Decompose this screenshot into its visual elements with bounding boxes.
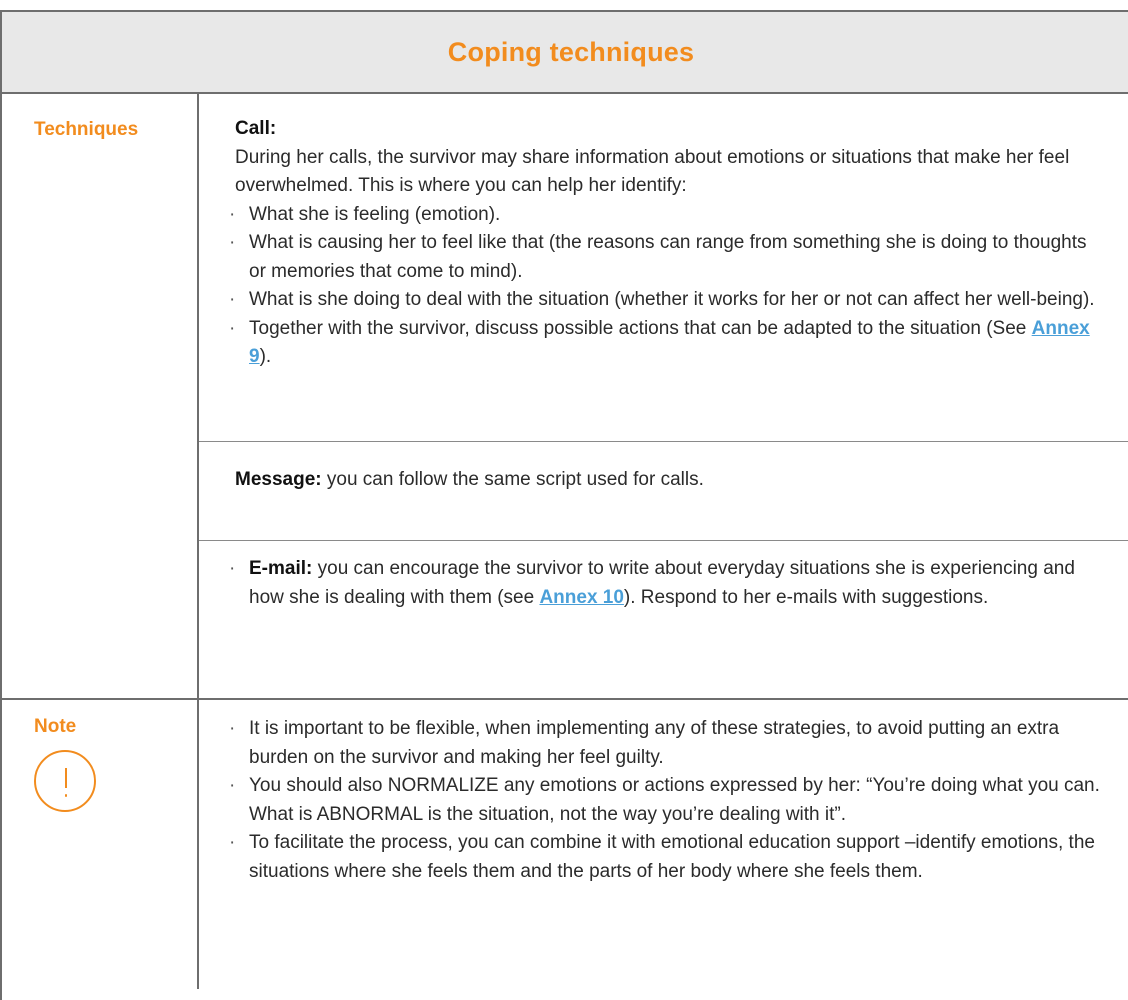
techniques-label: Techniques	[34, 119, 139, 140]
list-item: You should also NORMALIZE any emotions o…	[227, 772, 1107, 829]
email-text-end: ). Respond to her e-mails with suggestio…	[623, 586, 989, 608]
message-text: you can follow the same script used for …	[321, 469, 704, 490]
call-message-divider	[199, 441, 1128, 442]
note-label: Note	[34, 716, 77, 737]
call-heading: Call:	[235, 118, 277, 139]
email-section: E-mail: you can encourage the survivor t…	[227, 555, 1107, 612]
call-intro: During her calls, the survivor may share…	[235, 146, 1070, 197]
row-divider	[0, 698, 1128, 700]
list-item: To facilitate the process, you can combi…	[227, 829, 1107, 886]
list-item-text: Together with the survivor, discuss poss…	[249, 317, 1032, 339]
call-section: Call: During her calls, the survivor may…	[227, 115, 1107, 372]
list-item: What is she doing to deal with the situa…	[227, 286, 1107, 315]
message-heading: Message:	[235, 469, 322, 490]
note-section: It is important to be flexible, when imp…	[227, 715, 1107, 886]
table-title: Coping techniques	[447, 36, 695, 67]
annex-10-link[interactable]: Annex 10	[539, 587, 623, 608]
message-section: Message: you can follow the same script …	[227, 466, 1107, 495]
exclamation-circle-icon	[34, 750, 96, 812]
list-item: What she is feeling (emotion).	[227, 201, 1107, 230]
message-email-divider	[199, 540, 1128, 541]
list-item: Together with the survivor, discuss poss…	[227, 315, 1107, 372]
list-item: What is causing her to feel like that (t…	[227, 229, 1107, 286]
list-item: E-mail: you can encourage the survivor t…	[227, 555, 1107, 612]
list-item: It is important to be flexible, when imp…	[227, 715, 1107, 772]
list-item-end: ).	[259, 346, 272, 367]
table-header: Coping techniques	[2, 12, 1128, 94]
email-heading: E-mail:	[249, 558, 313, 579]
